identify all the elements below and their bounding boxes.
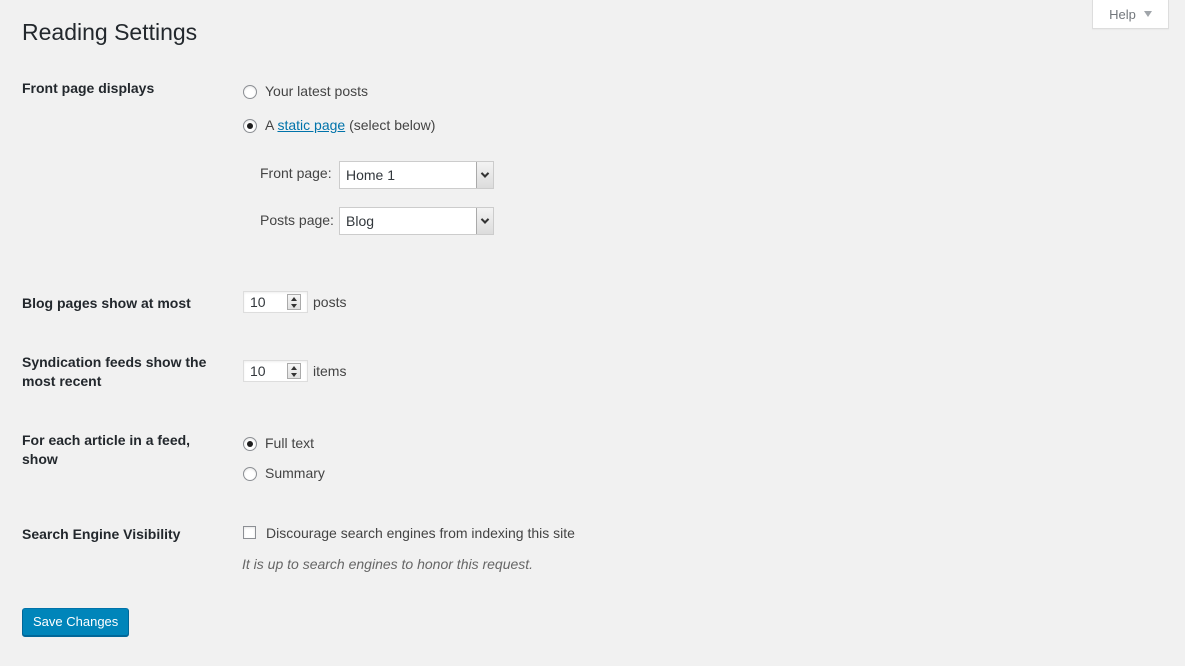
blog-pages-number-input[interactable]: 10 — [243, 291, 308, 313]
posts-page-select[interactable]: Blog — [339, 207, 494, 235]
caret-down-icon — [1143, 11, 1152, 17]
chevron-down-icon — [476, 208, 493, 234]
front-page-select-label: Front page: — [260, 165, 332, 181]
front-page-displays-label: Front page displays — [22, 80, 155, 96]
help-tab-button[interactable]: Help — [1092, 0, 1169, 29]
help-label: Help — [1109, 6, 1136, 22]
search-engine-label: Search Engine Visibility — [22, 526, 181, 542]
front-page-select[interactable]: Home 1 — [339, 161, 494, 189]
feed-article-label: For each article in a feed, show — [22, 432, 191, 467]
static-page-option: A static page (select below) — [265, 116, 435, 134]
blog-pages-value: 10 — [250, 294, 266, 310]
search-engine-note: It is up to search engines to honor this… — [242, 556, 534, 572]
front-page-select-value: Home 1 — [346, 167, 396, 183]
spinner-icon[interactable] — [287, 294, 301, 310]
syndication-unit: items — [313, 363, 347, 379]
reading-settings-page: Help Reading Settings Front page display… — [0, 0, 1185, 666]
radio-summary[interactable] — [243, 467, 257, 481]
static-page-link[interactable]: static page — [277, 117, 345, 133]
radio-latest-posts[interactable] — [243, 85, 257, 99]
chevron-down-icon — [476, 162, 493, 188]
full-text-label: Full text — [265, 435, 315, 451]
save-changes-button[interactable]: Save Changes — [22, 608, 130, 636]
discourage-search-checkbox[interactable] — [243, 526, 256, 539]
spinner-icon[interactable] — [287, 363, 301, 379]
blog-pages-label: Blog pages show at most — [22, 295, 191, 311]
posts-page-select-label: Posts page: — [260, 212, 334, 228]
radio-static-page[interactable] — [243, 119, 257, 133]
summary-label: Summary — [265, 465, 325, 481]
radio-full-text[interactable] — [243, 437, 257, 451]
blog-pages-unit: posts — [313, 294, 347, 310]
syndication-feeds-label: Syndication feeds show the most recent — [22, 354, 207, 389]
static-prefix: A — [265, 117, 274, 133]
syndication-value: 10 — [250, 363, 266, 379]
posts-page-select-value: Blog — [346, 213, 375, 229]
discourage-search-label: Discourage search engines from indexing … — [266, 525, 575, 541]
syndication-number-input[interactable]: 10 — [243, 360, 308, 382]
static-suffix: (select below) — [349, 117, 436, 133]
latest-posts-label: Your latest posts — [265, 83, 368, 99]
page-title: Reading Settings — [22, 19, 198, 45]
